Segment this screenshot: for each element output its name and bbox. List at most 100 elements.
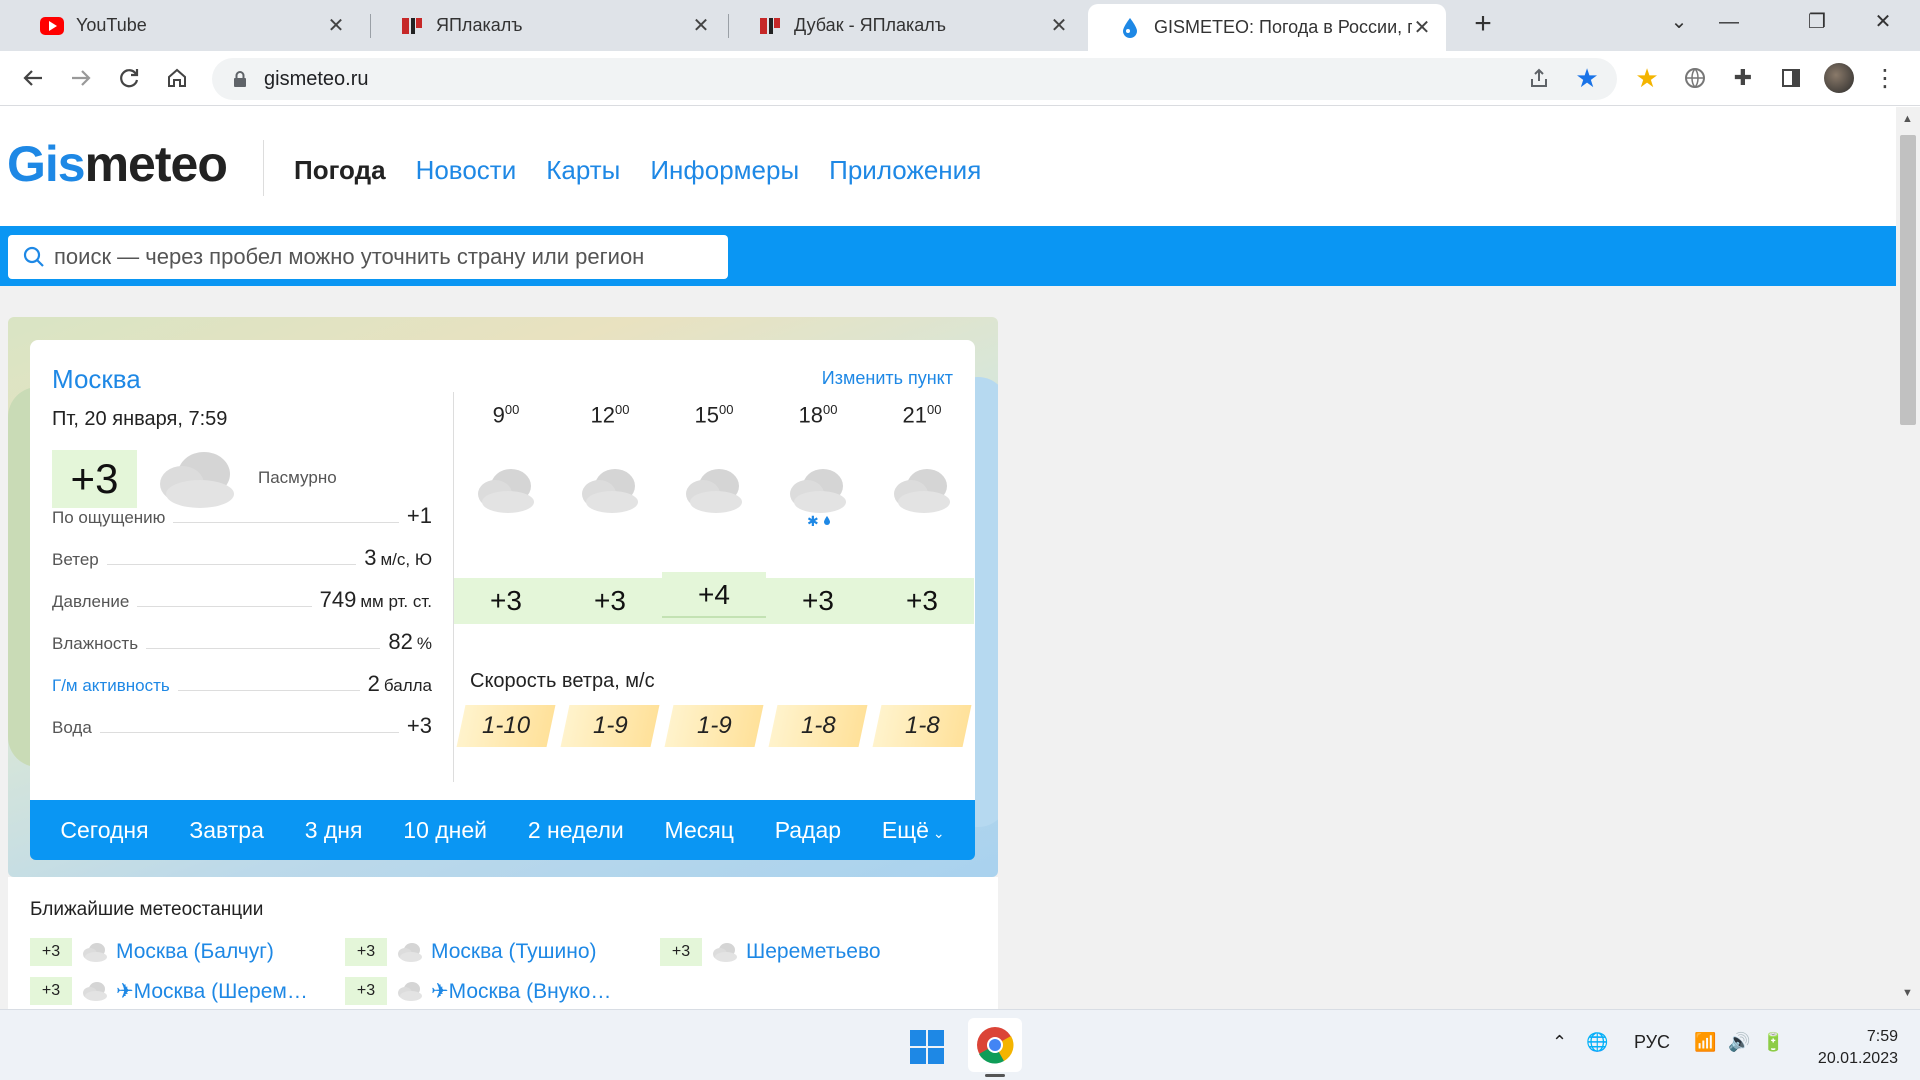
- share-button[interactable]: [1520, 59, 1558, 97]
- station-name[interactable]: Москва (Балчуг): [116, 940, 274, 964]
- side-panel-button[interactable]: [1772, 59, 1810, 97]
- tab-more[interactable]: Ещё ⌄: [882, 817, 945, 844]
- hour-label: 1200: [590, 402, 630, 428]
- globe-icon: [1685, 68, 1705, 88]
- gismeteo-logo[interactable]: Gismeteo: [7, 135, 228, 193]
- close-icon[interactable]: ✕: [691, 13, 711, 38]
- param-feels-like: По ощущению +1: [52, 503, 432, 533]
- scrollbar-thumb[interactable]: [1900, 135, 1916, 425]
- address-bar[interactable]: gismeteo.ru: [212, 58, 1617, 100]
- tab-search-chevron-icon[interactable]: ⌄: [1652, 0, 1706, 44]
- tab-title: ЯПлакалъ: [436, 15, 523, 35]
- wind-speed-value: 1-8: [768, 705, 868, 747]
- station-item[interactable]: +3 Москва (Тушино): [345, 937, 597, 967]
- cloud-icon: [662, 462, 766, 522]
- param-label: Влажность: [52, 634, 139, 653]
- chrome-taskbar-icon[interactable]: [968, 1018, 1022, 1072]
- nav-weather[interactable]: Погода: [294, 155, 386, 186]
- param-humidity: Влажность 82%: [52, 629, 432, 659]
- tab-yaplakal[interactable]: ЯПлакалъ ✕: [370, 0, 725, 51]
- station-name[interactable]: ✈Москва (Внуко…: [431, 979, 611, 1004]
- header-divider: [263, 140, 264, 196]
- wifi-icon[interactable]: 📶: [1694, 1032, 1716, 1053]
- profile-avatar[interactable]: [1820, 59, 1858, 97]
- translate-button[interactable]: [1676, 59, 1714, 97]
- wind-speed-title: Скорость ветра, м/с: [470, 670, 655, 692]
- station-name[interactable]: Шереметьево: [746, 940, 881, 964]
- tab-3-days[interactable]: 3 дня: [305, 817, 363, 844]
- station-name[interactable]: Москва (Тушино): [431, 940, 597, 964]
- weather-card: Москва Изменить пункт Пт, 20 января, 7:5…: [30, 340, 975, 800]
- minimize-button[interactable]: —: [1702, 0, 1756, 44]
- station-temp: +3: [345, 977, 387, 1005]
- close-icon[interactable]: ✕: [1049, 13, 1069, 38]
- menu-button[interactable]: ⋮: [1866, 59, 1904, 97]
- tab-youtube[interactable]: YouTube ✕: [10, 0, 360, 51]
- stations-title: Ближайшие метеостанции: [30, 899, 264, 920]
- tab-month[interactable]: Месяц: [665, 817, 734, 844]
- new-tab-button[interactable]: +: [1466, 8, 1500, 42]
- battery-icon[interactable]: 🔋: [1762, 1032, 1784, 1053]
- back-button[interactable]: [14, 59, 52, 97]
- tab-gismeteo[interactable]: GISMETEO: Погода в России, пр ✕: [1088, 4, 1446, 51]
- volume-icon[interactable]: 🔊: [1728, 1032, 1750, 1053]
- current-date: Пт, 20 января, 7:59: [52, 408, 228, 430]
- nav-informers[interactable]: Информеры: [650, 155, 799, 186]
- forward-button[interactable]: [62, 59, 100, 97]
- restore-button[interactable]: ❐: [1790, 0, 1844, 44]
- cloud-icon: [160, 452, 234, 508]
- tab-tomorrow[interactable]: Завтра: [189, 817, 264, 844]
- chevron-up-icon[interactable]: ⌃: [1552, 1032, 1567, 1053]
- wind-speed-value: 1-9: [560, 705, 660, 747]
- system-clock[interactable]: 7:59 20.01.2023: [1818, 1026, 1898, 1070]
- youtube-icon: [40, 16, 64, 36]
- param-geomagnetic[interactable]: Г/м активность 2 балла: [52, 671, 432, 701]
- station-item[interactable]: +3 ✈Москва (Внуко…: [345, 976, 611, 1006]
- nav-maps[interactable]: Карты: [546, 155, 620, 186]
- param-water: Вода +3: [52, 713, 432, 743]
- logo-part-gis: Gis: [7, 136, 86, 192]
- svg-text:✱: ✱: [807, 514, 819, 528]
- search-input[interactable]: [54, 244, 694, 270]
- windows-start-icon[interactable]: [910, 1030, 944, 1064]
- tab-10-days[interactable]: 10 дней: [403, 817, 487, 844]
- tab-radar[interactable]: Радар: [775, 817, 841, 844]
- language-indicator[interactable]: РУС: [1634, 1032, 1670, 1053]
- wind-speed-value: 1-9: [664, 705, 764, 747]
- station-item[interactable]: +3 Шереметьево: [660, 937, 881, 967]
- tab-title: YouTube: [76, 15, 147, 35]
- home-button[interactable]: [158, 59, 196, 97]
- running-indicator: [985, 1074, 1005, 1077]
- page-scrollbar[interactable]: ▲ ▼: [1896, 107, 1920, 1009]
- reload-button[interactable]: [110, 59, 148, 97]
- city-name[interactable]: Москва: [52, 364, 141, 395]
- station-item[interactable]: +3 ✈Москва (Шерем…: [30, 976, 308, 1006]
- scroll-up-icon[interactable]: ▲: [1902, 113, 1913, 125]
- favorites-button[interactable]: ★: [1628, 59, 1666, 97]
- cloud-icon: [83, 943, 107, 962]
- tab-2-weeks[interactable]: 2 недели: [528, 817, 624, 844]
- avatar: [1824, 63, 1854, 93]
- extensions-button[interactable]: ✚: [1724, 59, 1762, 97]
- param-unit: м/с, Ю: [380, 550, 432, 569]
- nav-apps[interactable]: Приложения: [829, 155, 981, 186]
- tab-dubak[interactable]: Дубак - ЯПлакалъ ✕: [728, 0, 1083, 51]
- change-location-link[interactable]: Изменить пункт: [822, 368, 953, 389]
- station-item[interactable]: +3 Москва (Балчуг): [30, 937, 274, 967]
- logo-part-meteo: meteo: [84, 136, 228, 192]
- scroll-down-icon[interactable]: ▼: [1902, 987, 1913, 999]
- cloud-icon: [83, 982, 107, 1001]
- bookmark-star-button[interactable]: ★: [1568, 59, 1606, 97]
- param-label: По ощущению: [52, 508, 166, 527]
- network-globe-icon[interactable]: 🌐: [1586, 1032, 1608, 1053]
- param-label[interactable]: Г/м активность: [52, 676, 170, 696]
- window-close-button[interactable]: ✕: [1856, 0, 1910, 44]
- forecast-period-tabs: Сегодня Завтра 3 дня 10 дней 2 недели Ме…: [30, 800, 975, 860]
- tab-title: GISMETEO: Погода в России, пр: [1154, 17, 1412, 37]
- nearby-stations: Ближайшие метеостанции +3 Москва (Балчуг…: [8, 877, 998, 1009]
- nav-news[interactable]: Новости: [416, 155, 517, 186]
- tab-today[interactable]: Сегодня: [60, 817, 148, 844]
- close-icon[interactable]: ✕: [1412, 15, 1432, 40]
- station-name[interactable]: ✈Москва (Шерем…: [116, 979, 308, 1004]
- close-icon[interactable]: ✕: [326, 13, 346, 38]
